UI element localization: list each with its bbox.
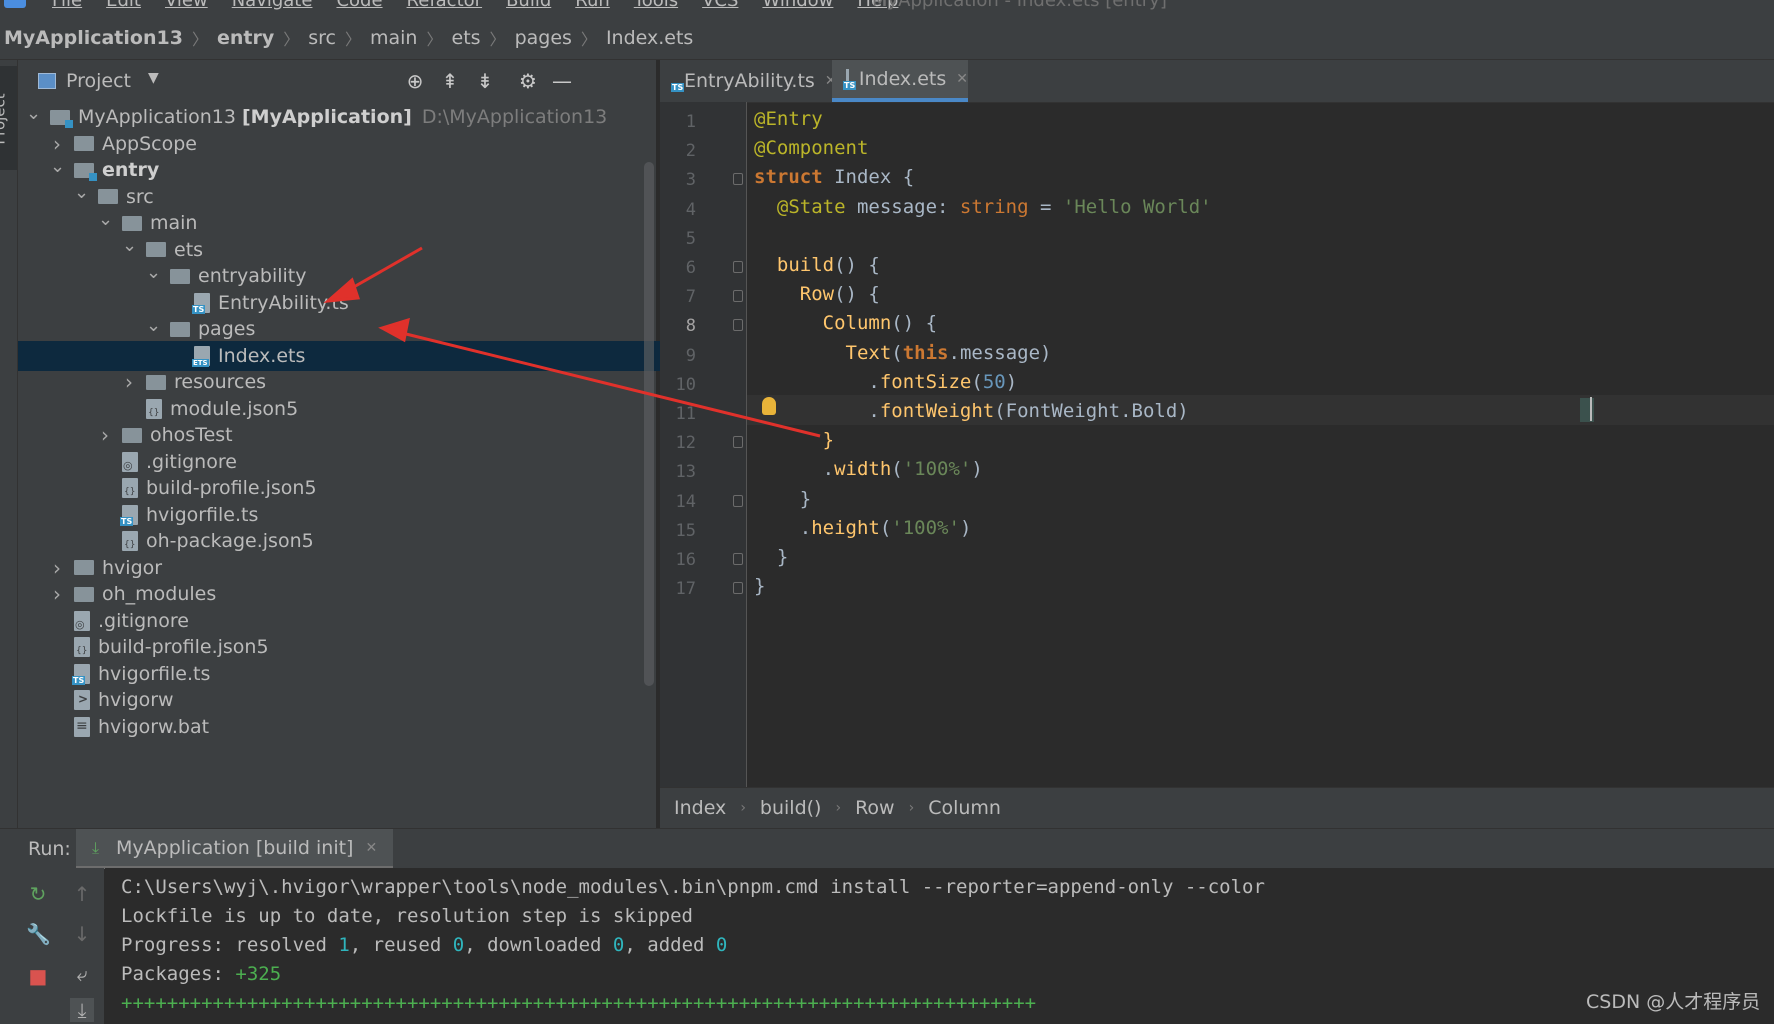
arrow-head-entryability-ts bbox=[378, 317, 410, 343]
arrow-to-entryability-ts bbox=[401, 331, 821, 438]
arrow-to-entryability bbox=[344, 246, 423, 294]
arrow-head-entryability bbox=[323, 277, 361, 303]
annotation-arrows bbox=[323, 246, 821, 438]
